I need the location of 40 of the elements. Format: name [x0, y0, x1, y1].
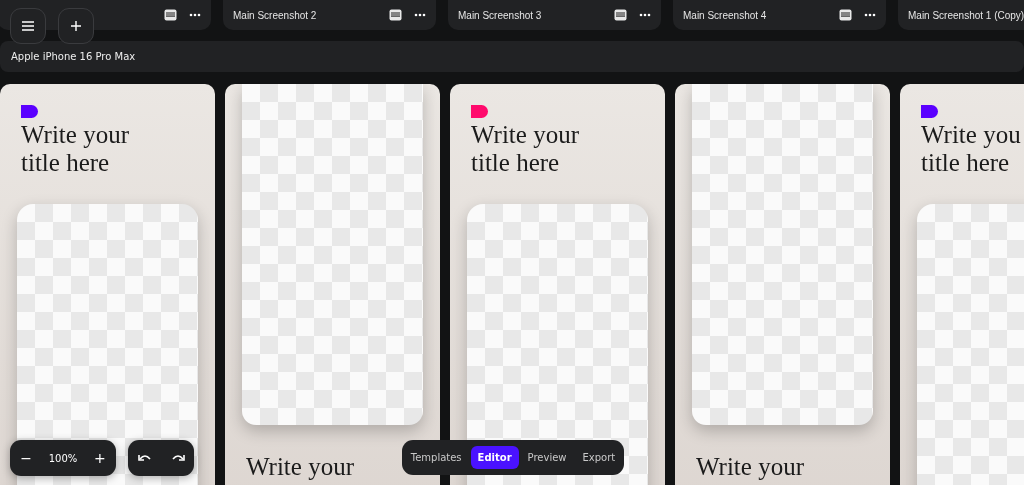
screenshot-title: Write your: [471, 121, 579, 149]
more-icon[interactable]: [189, 13, 201, 17]
screenshot-card[interactable]: Write you title here: [900, 84, 1024, 485]
zoom-in-button[interactable]: +: [89, 446, 110, 470]
tab-label: Main Screenshot 2: [233, 9, 318, 21]
menu-icon: [21, 20, 35, 32]
screenshot-card[interactable]: Write your: [675, 84, 890, 485]
more-icon[interactable]: [864, 13, 876, 17]
mode-tab[interactable]: Export: [575, 446, 623, 469]
menu-button[interactable]: [10, 8, 46, 44]
device-frame-icon[interactable]: [839, 9, 852, 21]
screenshot-title: title here: [21, 149, 110, 177]
device-frame-icon[interactable]: [614, 9, 627, 21]
mode-tab[interactable]: Editor: [470, 446, 519, 469]
zoom-level: 100%: [48, 452, 78, 464]
screen-tab[interactable]: Main Screenshot 4: [673, 0, 886, 30]
zoom-out-button[interactable]: −: [16, 446, 37, 470]
plus-icon: [70, 20, 82, 32]
tab-label: Main Screenshot 1 (Copy): [908, 9, 1024, 21]
undo-icon: [137, 453, 152, 463]
tab-label: Main Screenshot 3: [458, 9, 543, 21]
device-name: Apple iPhone 16 Pro Max: [11, 51, 136, 62]
redo-icon: [170, 453, 185, 463]
device-frame-icon[interactable]: [164, 9, 177, 21]
screenshot-title: Write you: [921, 121, 1021, 149]
more-icon[interactable]: [414, 13, 426, 17]
add-button[interactable]: [58, 8, 94, 44]
screenshot-title: Write your: [21, 121, 129, 149]
mode-tab[interactable]: Preview: [520, 446, 574, 469]
tab-label: Main Screenshot 4: [683, 9, 768, 21]
device-bar[interactable]: Apple iPhone 16 Pro Max: [0, 41, 1024, 72]
screenshot-title: title here: [471, 149, 560, 177]
screenshot-title: title here: [921, 149, 1010, 177]
screen-tab[interactable]: Main Screenshot 1 (Copy): [898, 0, 1024, 30]
more-icon[interactable]: [639, 13, 651, 17]
screen-tab[interactable]: Main Screenshot 2: [223, 0, 436, 30]
screen-tab[interactable]: Main Screenshot 3: [448, 0, 661, 30]
screenshot-title: Write your: [246, 453, 354, 481]
screenshot-title: Write your: [696, 453, 804, 481]
device-frame-icon[interactable]: [389, 9, 402, 21]
